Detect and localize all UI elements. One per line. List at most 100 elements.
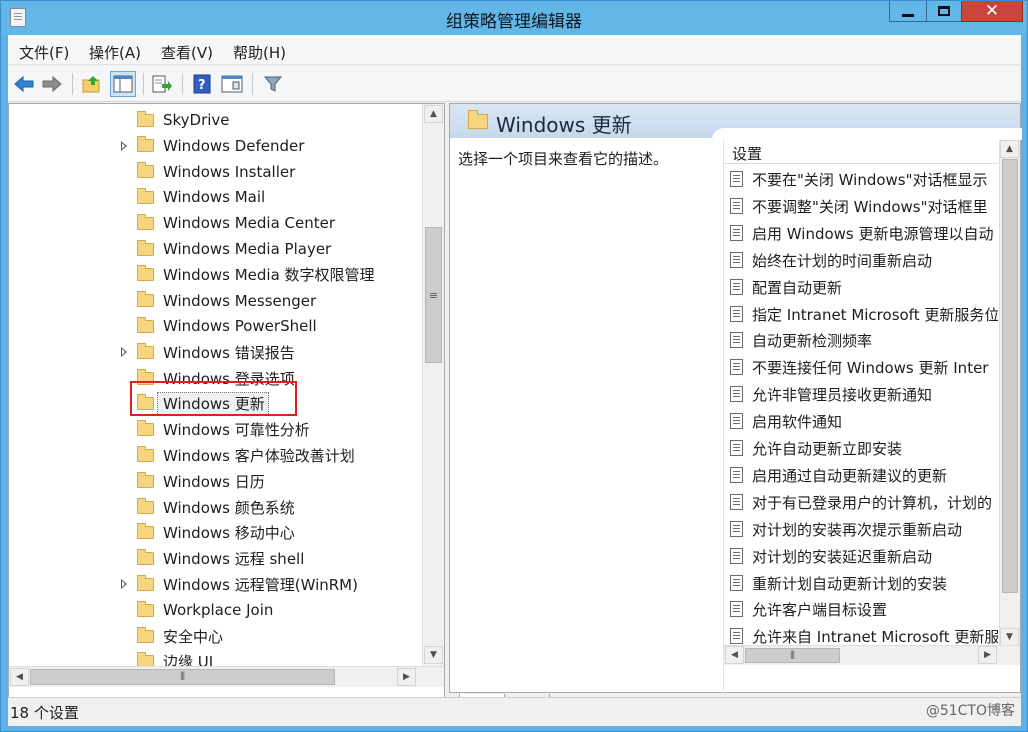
list-horizontal-scrollbar[interactable]: ◀ ⦀ ▶ bbox=[724, 645, 1020, 665]
list-scroll-down-button[interactable]: ▼ bbox=[1000, 628, 1019, 646]
folder-icon bbox=[468, 110, 488, 129]
tree-horizontal-scrollbar[interactable]: ◀ ⦀ ▶ bbox=[9, 666, 444, 687]
export-list-icon bbox=[152, 75, 172, 93]
tree-item[interactable]: SkyDrive bbox=[9, 108, 421, 132]
tree-item-label: Windows 远程管理(WinRM) bbox=[163, 575, 358, 594]
export-list-button[interactable] bbox=[149, 71, 175, 97]
tree-item[interactable]: Windows Messenger bbox=[9, 289, 421, 313]
tree-item[interactable]: Windows PowerShell bbox=[9, 314, 421, 338]
tree-item[interactable]: Windows 远程管理(WinRM) bbox=[9, 572, 421, 596]
tree-item[interactable]: Windows Media Player bbox=[9, 237, 421, 261]
tree-item[interactable]: Windows Mail bbox=[9, 185, 421, 209]
minimize-button[interactable] bbox=[889, 1, 927, 22]
up-folder-button[interactable] bbox=[79, 71, 105, 97]
tree-pane[interactable]: SkyDrive Windows Defender Windows Installe… bbox=[8, 103, 445, 726]
tree-item-label: Windows 颜色系统 bbox=[163, 498, 295, 517]
setting-label: 重新计划自动更新计划的安装 bbox=[752, 574, 948, 593]
show-hide-tree-button[interactable] bbox=[110, 71, 136, 97]
setting-row[interactable]: 不要调整"关闭 Windows"对话框里 bbox=[724, 193, 998, 220]
menu-action[interactable]: 操作(A) bbox=[89, 42, 141, 63]
setting-row[interactable]: 自动更新检测频率 bbox=[724, 327, 998, 354]
expand-arrow-icon[interactable] bbox=[121, 579, 127, 590]
column-header-settings[interactable]: 设置 bbox=[724, 140, 998, 164]
setting-label: 对计划的安装延迟重新启动 bbox=[752, 547, 933, 566]
policy-setting-icon bbox=[730, 574, 743, 591]
setting-row[interactable]: 不要连接任何 Windows 更新 Inter bbox=[724, 354, 998, 381]
menu-file[interactable]: 文件(F) bbox=[19, 42, 69, 63]
tree-item-label: Windows Defender bbox=[163, 136, 305, 155]
folder-icon bbox=[137, 187, 154, 204]
setting-row[interactable]: 允许非管理员接收更新通知 bbox=[724, 381, 998, 408]
policy-setting-icon bbox=[730, 601, 743, 618]
h-scroll-thumb[interactable]: ⦀ bbox=[30, 669, 335, 685]
setting-row[interactable]: 重新计划自动更新计划的安装 bbox=[724, 570, 998, 597]
scroll-right-button[interactable]: ▶ bbox=[397, 668, 416, 686]
folder-icon bbox=[137, 445, 154, 462]
setting-row[interactable]: 配置自动更新 bbox=[724, 274, 998, 301]
tree-item[interactable]: Windows Media Center bbox=[9, 211, 421, 235]
help-button[interactable]: ? bbox=[189, 71, 215, 97]
setting-label: 不要连接任何 Windows 更新 Inter bbox=[752, 359, 989, 378]
setting-row[interactable]: 允许客户端目标设置 bbox=[724, 596, 998, 623]
menu-view[interactable]: 查看(V) bbox=[161, 42, 213, 63]
toolbar-separator bbox=[72, 73, 73, 95]
setting-row[interactable]: 启用通过自动更新建议的更新 bbox=[724, 462, 998, 489]
menu-help[interactable]: 帮助(H) bbox=[233, 42, 286, 63]
title-bar[interactable]: 组策略管理编辑器 ✕ bbox=[1, 1, 1027, 35]
setting-row[interactable]: 允许自动更新立即安装 bbox=[724, 435, 998, 462]
tree-item[interactable]: Windows Defender bbox=[9, 134, 421, 158]
folder-icon bbox=[137, 110, 154, 127]
setting-row[interactable]: 对计划的安装再次提示重新启动 bbox=[724, 516, 998, 543]
scroll-left-button[interactable]: ◀ bbox=[10, 668, 29, 686]
details-pane: Windows 更新 选择一个项目来查看它的描述。 设置 不要在"关闭 Wind… bbox=[449, 103, 1022, 694]
filter-icon bbox=[263, 76, 283, 92]
properties-button[interactable] bbox=[219, 71, 245, 97]
tree-item[interactable]: 安全中心 bbox=[9, 624, 421, 648]
list-h-scroll-thumb[interactable]: ⦀ bbox=[745, 648, 840, 663]
tree-item[interactable]: Windows Installer bbox=[9, 160, 421, 184]
setting-row[interactable]: 指定 Intranet Microsoft 更新服务位 bbox=[724, 301, 998, 328]
setting-row[interactable]: 对于有已登录用户的计算机，计划的 bbox=[724, 489, 998, 516]
folder-icon bbox=[137, 213, 154, 230]
tree-item[interactable]: Windows 颜色系统 bbox=[9, 495, 421, 519]
setting-row[interactable]: 启用 Windows 更新电源管理以自动 bbox=[724, 220, 998, 247]
tree-item[interactable]: Windows 错误报告 bbox=[9, 340, 421, 364]
tree-vertical-scrollbar[interactable]: ▲ ≡ ▼ bbox=[422, 104, 444, 666]
filter-button[interactable] bbox=[260, 71, 286, 97]
tree-item[interactable]: Windows Media 数字权限管理 bbox=[9, 263, 421, 287]
list-vertical-scrollbar[interactable]: ▲ ▼ bbox=[999, 140, 1020, 648]
expand-arrow-icon[interactable] bbox=[121, 347, 127, 358]
scroll-thumb[interactable]: ≡ bbox=[425, 227, 442, 363]
tree-item[interactable]: Windows 移动中心 bbox=[9, 521, 421, 545]
grip-icon: ⦀ bbox=[790, 648, 795, 662]
setting-label: 对计划的安装再次提示重新启动 bbox=[752, 520, 963, 539]
list-scroll-left-button[interactable]: ◀ bbox=[725, 646, 744, 664]
setting-row[interactable]: 不要在"关闭 Windows"对话框显示 bbox=[724, 166, 998, 193]
maximize-button[interactable] bbox=[926, 1, 962, 22]
tree-item[interactable]: Windows 客户体验改善计划 bbox=[9, 443, 421, 467]
scroll-down-button[interactable]: ▼ bbox=[424, 646, 443, 664]
scroll-up-button[interactable]: ▲ bbox=[424, 105, 443, 123]
tree-item-label: Windows 日历 bbox=[163, 472, 265, 491]
minimize-icon bbox=[902, 13, 914, 17]
tree-item[interactable]: Windows 远程 shell bbox=[9, 547, 421, 571]
setting-label: 始终在计划的时间重新启动 bbox=[752, 251, 933, 270]
back-button[interactable] bbox=[11, 71, 37, 97]
tree-item[interactable]: Workplace Join bbox=[9, 598, 421, 622]
list-scroll-thumb[interactable] bbox=[1002, 159, 1018, 593]
list-scroll-up-button[interactable]: ▲ bbox=[1000, 140, 1019, 158]
tree-item[interactable]: Windows 可靠性分析 bbox=[9, 418, 421, 442]
setting-row[interactable]: 对计划的安装延迟重新启动 bbox=[724, 543, 998, 570]
expand-arrow-icon[interactable] bbox=[121, 140, 127, 151]
policy-setting-icon bbox=[730, 466, 743, 483]
help-icon: ? bbox=[193, 74, 211, 94]
close-button[interactable]: ✕ bbox=[961, 1, 1023, 22]
setting-row[interactable]: 启用软件通知 bbox=[724, 408, 998, 435]
svg-text:?: ? bbox=[198, 78, 206, 93]
policy-setting-icon bbox=[730, 251, 743, 268]
folder-icon bbox=[137, 497, 154, 514]
tree-item[interactable]: Windows 日历 bbox=[9, 469, 421, 493]
setting-row[interactable]: 始终在计划的时间重新启动 bbox=[724, 247, 998, 274]
list-scroll-right-button[interactable]: ▶ bbox=[978, 646, 997, 664]
forward-button[interactable] bbox=[39, 71, 65, 97]
